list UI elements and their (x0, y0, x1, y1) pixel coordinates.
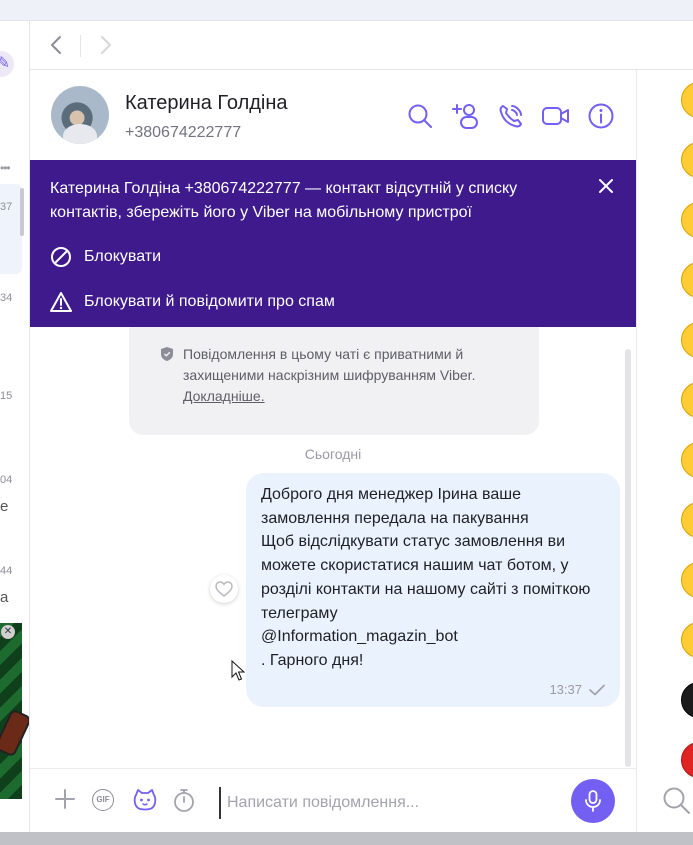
outgoing-message-bubble[interactable]: Доброго дня менеджер Ірина ваше замовлен… (246, 473, 620, 707)
timer-icon[interactable] (171, 787, 197, 818)
chat-item-time: 37 (0, 201, 13, 213)
banner-text: Катерина Голдіна +380674222777 — контакт… (50, 180, 518, 221)
encryption-message: Повідомлення в цьому чаті є приватними й… (183, 346, 476, 383)
learn-more-link[interactable]: Докладніше. (183, 386, 523, 407)
emoji-grin-icon[interactable] (681, 142, 693, 178)
emoji-beam-icon[interactable] (681, 562, 693, 598)
emoji-smile-icon[interactable] (681, 82, 693, 118)
encryption-notice: Повідомлення в цьому чаті є приватними й… (129, 327, 539, 435)
sent-check-icon (589, 684, 605, 695)
more-dots-icon[interactable]: ••• (0, 161, 11, 175)
like-heart-icon[interactable] (210, 575, 238, 603)
chat-list-sidebar: ✎ ••• 37 34 15 04 e 44 a ✕ (0, 21, 30, 832)
date-separator: Сьогодні (304, 446, 362, 462)
active-chat-item[interactable] (0, 184, 22, 274)
nav-divider (80, 35, 81, 57)
message-input[interactable] (219, 787, 569, 819)
close-icon[interactable] (596, 176, 616, 201)
chat-item-time: 15 (0, 390, 13, 402)
sticker-icon[interactable] (132, 787, 158, 818)
microphone-button[interactable] (571, 779, 615, 823)
encryption-text: Повідомлення в цьому чаті є приватними й… (183, 344, 523, 407)
message-meta: 13:37 (549, 682, 606, 697)
emoji-happy-icon[interactable] (681, 502, 693, 538)
messages-scrollbar[interactable] (625, 349, 631, 767)
message-composer: GIF (30, 768, 636, 833)
window-bottom-strip (0, 832, 693, 845)
chat-item-time: 34 (0, 292, 13, 304)
unknown-contact-banner: Катерина Голдіна +380674222777 — контакт… (30, 160, 636, 327)
emoji-panel (636, 70, 693, 832)
emoji-heart-icon[interactable] (681, 742, 693, 778)
emoji-sunglasses-icon[interactable] (681, 682, 693, 718)
contact-name[interactable]: Катерина Голдіна (125, 92, 288, 115)
emoji-search-icon[interactable] (661, 785, 691, 820)
block-button[interactable]: Блокувати (50, 244, 161, 270)
contact-phone: +380674222777 (125, 124, 242, 141)
warning-icon (50, 292, 72, 312)
block-label: Блокувати (84, 248, 162, 265)
chat-item-time: 04 (0, 474, 13, 486)
navigation-bar (30, 21, 693, 70)
emoji-laugh-icon[interactable] (681, 262, 693, 298)
block-icon (51, 247, 71, 267)
chat-item-snippet: e (0, 498, 9, 515)
info-icon[interactable] (587, 102, 615, 135)
emoji-sweat-icon[interactable] (681, 622, 693, 658)
chevron-left-icon[interactable] (46, 34, 66, 61)
chat-header: Катерина Голдіна +380674222777 (30, 70, 636, 160)
chevron-right-icon[interactable] (96, 34, 116, 61)
chat-item-time: 44 (0, 565, 13, 577)
emoji-neutral-icon[interactable] (681, 382, 693, 418)
messages-area: Повідомлення в цьому чаті є приватними й… (30, 327, 636, 768)
shield-icon (160, 346, 174, 367)
message-text: Доброго дня менеджер Ірина ваше замовлен… (261, 486, 591, 669)
voice-call-icon[interactable] (497, 102, 525, 135)
video-call-icon[interactable] (541, 102, 571, 135)
emoji-wink-icon[interactable] (681, 322, 693, 358)
emoji-tears-icon[interactable] (681, 202, 693, 238)
chat-item-snippet: a (0, 589, 9, 606)
window-top-strip (0, 0, 693, 21)
compose-icon[interactable]: ✎ (0, 51, 14, 77)
mouse-pointer-icon (231, 659, 246, 687)
sidebar-scrollbar[interactable] (20, 188, 24, 236)
add-participant-icon[interactable] (452, 102, 480, 135)
avatar[interactable] (51, 86, 109, 144)
plus-icon[interactable] (53, 787, 77, 816)
block-report-button[interactable]: Блокувати й повідомити про спам (50, 289, 335, 315)
search-icon[interactable] (406, 102, 434, 135)
gif-icon[interactable]: GIF (92, 789, 114, 811)
message-time: 13:37 (549, 682, 582, 697)
block-report-label: Блокувати й повідомити про спам (84, 293, 335, 310)
emoji-dizzy-icon[interactable] (681, 442, 693, 478)
ad-close-icon[interactable]: ✕ (1, 625, 15, 639)
microphone-icon (585, 790, 601, 812)
